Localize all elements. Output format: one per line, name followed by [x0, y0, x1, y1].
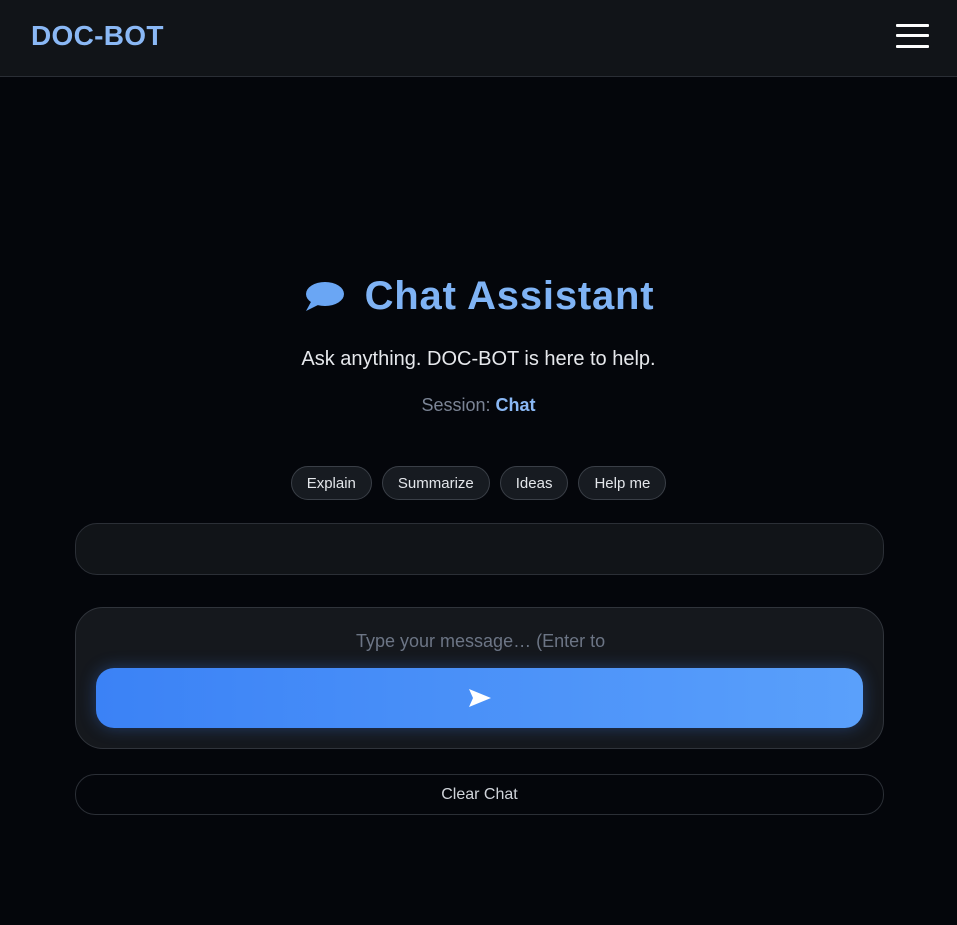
chip-explain[interactable]: Explain	[290, 466, 372, 500]
chat-messages-area[interactable]	[75, 523, 884, 575]
session-label: Session:	[421, 395, 491, 415]
hero-header: Chat Assistant	[0, 272, 957, 320]
menu-line	[896, 24, 929, 27]
top-navigation-bar: DOC-BOT	[0, 0, 957, 77]
page-title: Chat Assistant	[364, 273, 655, 318]
session-value: Chat	[495, 395, 536, 415]
menu-line	[896, 45, 929, 48]
session-indicator: Session: Chat	[0, 395, 957, 416]
clear-chat-button[interactable]: Clear Chat	[75, 774, 884, 815]
quick-prompt-chips: Explain Summarize Ideas Help me	[0, 466, 957, 500]
chip-ideas[interactable]: Ideas	[499, 466, 569, 500]
chip-help-me[interactable]: Help me	[578, 466, 667, 500]
brand-logo[interactable]: DOC-BOT	[31, 20, 164, 52]
speech-bubble-icon	[305, 282, 344, 311]
send-button[interactable]	[96, 668, 863, 728]
page-subtitle: Ask anything. DOC-BOT is here to help.	[301, 348, 656, 370]
chip-summarize[interactable]: Summarize	[381, 466, 490, 500]
message-input[interactable]	[356, 624, 606, 658]
hamburger-menu-icon[interactable]	[896, 24, 929, 48]
send-arrow-icon	[468, 689, 491, 707]
message-composer	[75, 607, 884, 749]
title-row: Chat Assistant	[0, 272, 957, 320]
menu-line	[896, 34, 929, 37]
